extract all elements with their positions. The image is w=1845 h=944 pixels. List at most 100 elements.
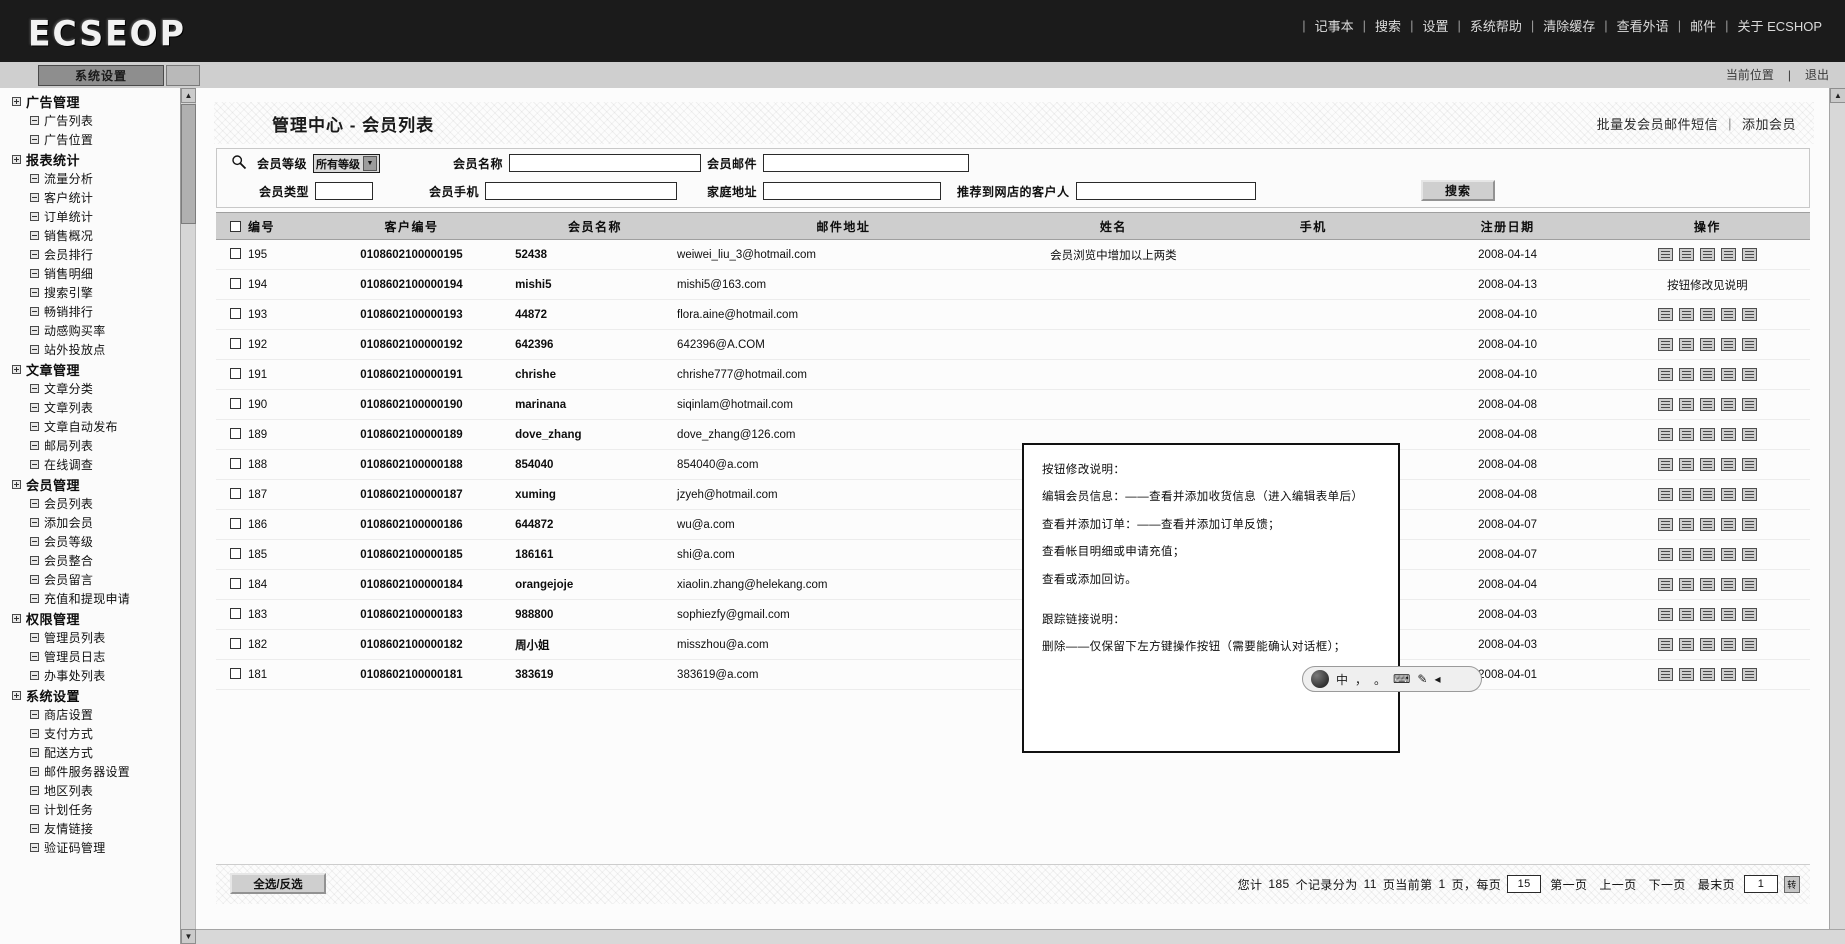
header-operations[interactable]: 操作 [1604,212,1810,240]
edit-member-icon[interactable] [1657,248,1673,261]
header-mobile[interactable]: 手机 [1216,212,1411,240]
edit-member-icon[interactable] [1657,578,1673,591]
ime-keyboard-icon[interactable]: ⌨ [1393,672,1410,686]
topnav-item-clear-cache[interactable]: 清除缓存 [1534,16,1604,35]
account-detail-icon[interactable] [1699,308,1715,321]
sidebar-item-shop-settings[interactable]: 商店设置 [4,705,195,724]
sidebar-item-bestsellers[interactable]: 畅销排行 [4,302,195,321]
delete-member-icon[interactable] [1741,458,1757,471]
add-member-button[interactable]: 添加会员 [1742,114,1796,133]
row-select-cell[interactable]: 182 [216,629,309,660]
table-row[interactable]: 187 0108602100000187 xuming jzyeh@hotmail.c… [216,479,1810,510]
table-row[interactable]: 182 0108602100000182 周小姐 misszhou@a.com 2008… [216,629,1810,660]
row-operations-cell[interactable] [1604,359,1810,390]
row-checkbox[interactable] [230,518,241,529]
member-mobile-input[interactable] [485,182,678,200]
row-select-cell[interactable]: 186 [216,509,309,540]
sidebar-item-ad-list[interactable]: 广告列表 [4,111,195,130]
table-row[interactable]: 194 0108602100000194 mishi5 mishi5@163.com 2… [216,269,1810,300]
sidebar-item-sales-overview[interactable]: 销售概况 [4,226,195,245]
row-member-name[interactable]: 186161 [514,539,677,570]
topnav-item-settings[interactable]: 设置 [1413,16,1457,35]
header-member-name[interactable]: 会员名称 [514,212,677,240]
topnav-item-help[interactable]: 系统帮助 [1461,16,1531,35]
per-page-input[interactable]: 15 [1507,875,1542,893]
expand-icon[interactable] [12,155,21,164]
row-select-cell[interactable]: 187 [216,479,309,510]
table-row[interactable]: 189 0108602100000189 dove_zhang dove_zhang@… [216,419,1810,450]
add-visit-icon[interactable] [1720,458,1736,471]
row-operations-cell[interactable] [1604,299,1810,330]
sidebar-item-member-integration[interactable]: 会员整合 [4,551,195,570]
sidebar-item-order-stats[interactable]: 订单统计 [4,207,195,226]
row-member-name[interactable]: 642396 [514,329,677,360]
edit-member-icon[interactable] [1657,308,1673,321]
row-select-cell[interactable]: 191 [216,359,309,390]
row-checkbox[interactable] [230,308,241,319]
sidebar-item-offsite-placement[interactable]: 站外投放点 [4,340,195,359]
ime-chinese-icon[interactable]: 中 [1336,671,1348,688]
row-member-name[interactable]: 周小姐 [514,629,677,660]
row-operations-cell[interactable] [1604,329,1810,360]
row-checkbox[interactable] [230,668,241,679]
table-row[interactable]: 192 0108602100000192 642396 642396@A.COM 200… [216,329,1810,360]
delete-member-icon[interactable] [1741,428,1757,441]
row-member-name[interactable]: 644872 [514,509,677,540]
delete-member-icon[interactable] [1741,548,1757,561]
horizontal-scrollbar[interactable] [196,929,1845,944]
row-checkbox[interactable] [230,428,241,439]
add-visit-icon[interactable] [1720,668,1736,681]
account-detail-icon[interactable] [1699,608,1715,621]
referrer-input[interactable] [1075,182,1256,200]
ime-comma-icon[interactable]: ， [1355,671,1367,688]
sidebar-item-article-list[interactable]: 文章列表 [4,398,195,417]
first-page-button[interactable]: 第一页 [1547,876,1590,893]
view-orders-icon[interactable] [1678,488,1694,501]
row-member-name[interactable]: xuming [514,479,677,510]
add-visit-icon[interactable] [1720,248,1736,261]
ime-pen-icon[interactable]: ✎ [1417,672,1427,686]
row-operations-cell[interactable] [1604,569,1810,600]
view-orders-icon[interactable] [1678,308,1694,321]
sidebar-item-traffic[interactable]: 流量分析 [4,169,195,188]
expand-icon[interactable] [12,97,21,106]
row-checkbox[interactable] [230,578,241,589]
header-customer-no[interactable]: 客户编号 [308,212,515,240]
account-detail-icon[interactable] [1699,428,1715,441]
sidebar-item-payment-methods[interactable]: 支付方式 [4,724,195,743]
tab-system-settings[interactable]: 系统设置 [38,65,164,86]
table-row[interactable]: 188 0108602100000188 854040 854040@a.com 200… [216,449,1810,480]
sidebar-item-member-level[interactable]: 会员等级 [4,532,195,551]
expand-icon[interactable] [12,614,21,623]
account-detail-icon[interactable] [1699,458,1715,471]
row-member-name[interactable]: 52438 [514,239,677,270]
sidebar-item-mail-server[interactable]: 邮件服务器设置 [4,762,195,781]
add-visit-icon[interactable] [1720,638,1736,651]
view-orders-icon[interactable] [1678,398,1694,411]
sidebar-item-admin-list[interactable]: 管理员列表 [4,628,195,647]
view-orders-icon[interactable] [1678,338,1694,351]
member-type-input[interactable] [315,182,374,200]
table-row[interactable]: 190 0108602100000190 marinana siqinlam@hotm… [216,389,1810,420]
table-row[interactable]: 181 0108602100000181 383619 383619@a.com 200… [216,659,1810,690]
row-member-name[interactable]: 988800 [514,599,677,630]
sidebar-group-system[interactable]: 系统设置 [4,686,195,705]
add-visit-icon[interactable] [1720,428,1736,441]
view-orders-icon[interactable] [1678,608,1694,621]
member-mail-input[interactable] [763,154,970,172]
header-register-date[interactable]: 注册日期 [1410,212,1605,240]
goto-page-input[interactable]: 1 [1744,875,1778,893]
sidebar-item-ad-position[interactable]: 广告位置 [4,130,195,149]
header-id[interactable]: 编号 [216,212,309,240]
delete-member-icon[interactable] [1741,308,1757,321]
sidebar-item-article-category[interactable]: 文章分类 [4,379,195,398]
sidebar-item-shipping-methods[interactable]: 配送方式 [4,743,195,762]
view-orders-icon[interactable] [1678,638,1694,651]
goto-page-button[interactable]: 转 [1784,875,1800,893]
sidebar-item-member-messages[interactable]: 会员留言 [4,570,195,589]
row-operations-cell[interactable] [1604,509,1810,540]
row-select-cell[interactable]: 188 [216,449,309,480]
sidebar-item-mail-list[interactable]: 邮局列表 [4,436,195,455]
header-realname[interactable]: 姓名 [1010,212,1217,240]
member-level-select[interactable]: 所有等级 ▼ [313,154,381,173]
